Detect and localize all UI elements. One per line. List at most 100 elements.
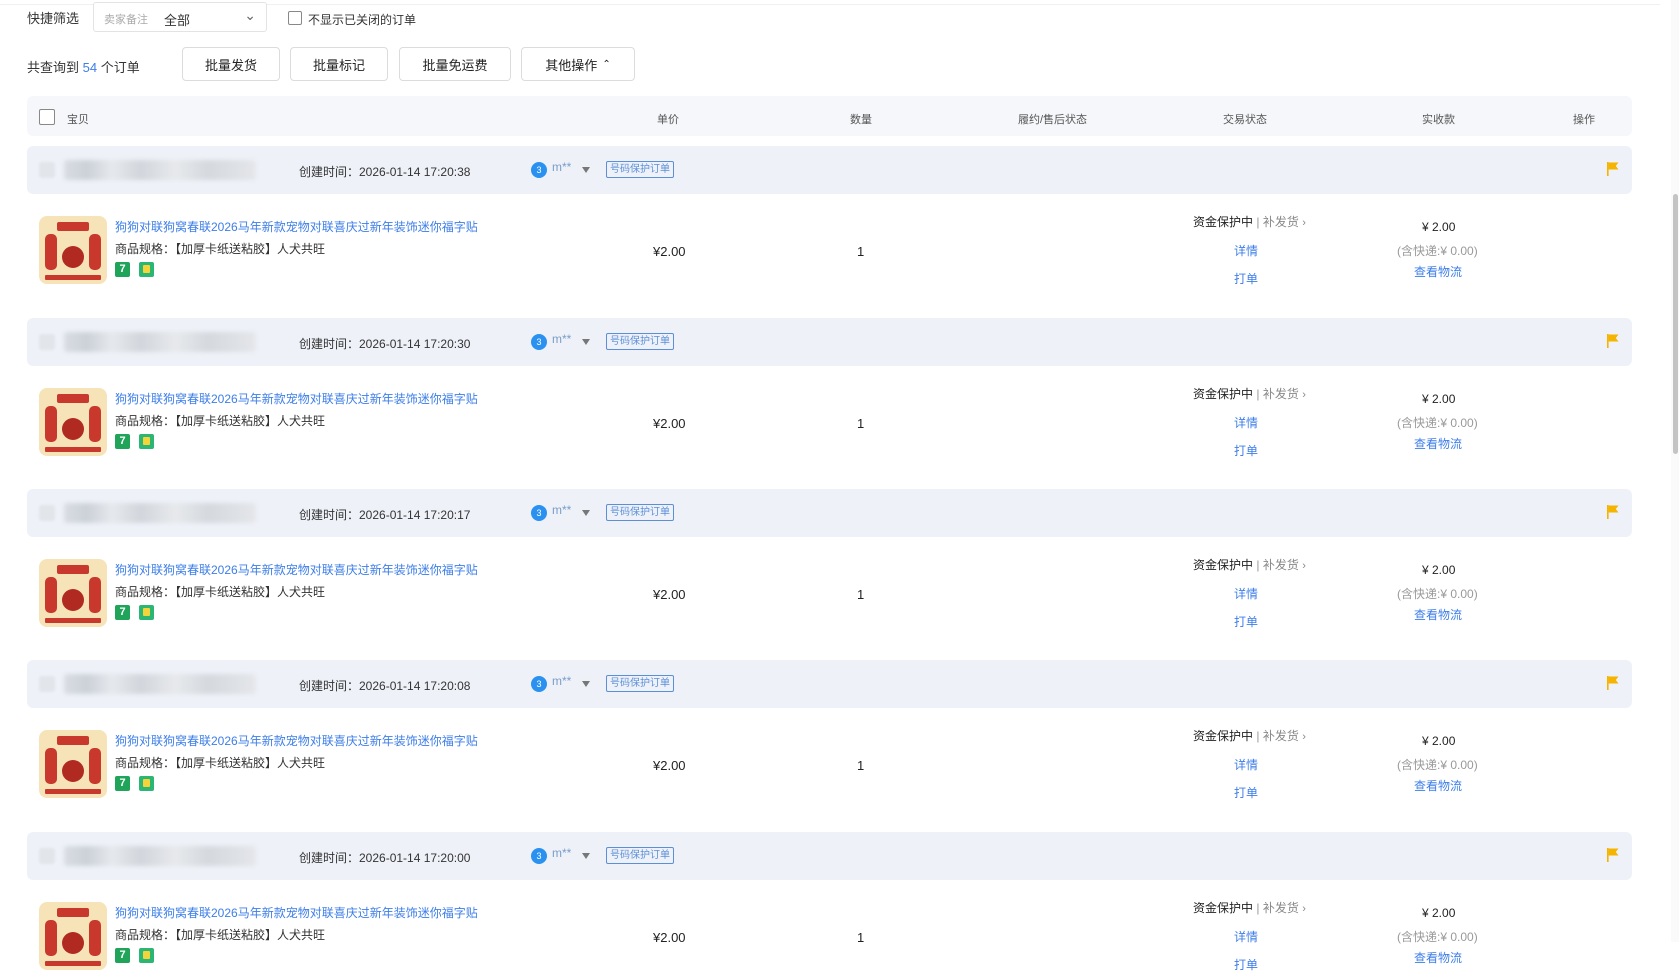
product-title-link[interactable]: 狗狗对联狗窝春联2026马年新款宠物对联喜庆过新年装饰迷你福字贴 (115, 732, 478, 749)
order-details-link[interactable]: 详情 (1234, 928, 1258, 945)
product-title-link[interactable]: 狗狗对联狗窝春联2026马年新款宠物对联喜庆过新年装饰迷你福字贴 (115, 218, 478, 235)
view-logistics-link[interactable]: 查看物流 (1414, 435, 1462, 452)
product-thumbnail[interactable] (39, 216, 107, 284)
order-checkbox[interactable] (39, 162, 55, 178)
product-spec: 商品规格：【加厚卡纸送粘胶】人犬共旺 (115, 585, 326, 599)
product-thumbnail[interactable] (39, 559, 107, 627)
chevron-right-icon: › (1302, 903, 1306, 915)
product-thumbnail[interactable] (39, 902, 107, 970)
unit-price: ¥2.00 (653, 587, 686, 602)
filter-icon[interactable] (582, 681, 590, 687)
order-number-redacted (64, 674, 256, 694)
order-details-link[interactable]: 详情 (1234, 585, 1258, 602)
service-badge-icon (139, 948, 154, 963)
seller-remark-select[interactable]: 卖家备注 全部 ⌄ (93, 2, 267, 32)
order-details-link[interactable]: 详情 (1234, 756, 1258, 773)
buyer-nickname[interactable]: m** (552, 674, 571, 688)
hide-closed-checkbox[interactable] (288, 11, 302, 25)
filter-icon[interactable] (582, 167, 590, 173)
trade-status-main: 资金保护中 (1193, 901, 1254, 915)
reship-link[interactable]: 补发货 (1263, 901, 1299, 915)
chat-bubble-icon[interactable]: 3 (531, 162, 547, 178)
order-count-text: 共查询到 54 个订单 (27, 57, 140, 76)
buyer-nickname[interactable]: m** (552, 332, 571, 346)
flag-icon[interactable] (1607, 334, 1619, 348)
filter-icon[interactable] (582, 339, 590, 345)
column-quantity: 数量 (850, 114, 872, 126)
received-amount: ¥ 2.00 (1422, 392, 1456, 406)
order-checkbox[interactable] (39, 848, 55, 864)
order-header (27, 660, 1632, 708)
column-trade-status: 交易状态 (1223, 114, 1267, 126)
shipping-fee: (含快递:¥ 0.00) (1397, 930, 1478, 944)
print-order-link[interactable]: 打单 (1234, 270, 1258, 287)
chat-bubble-icon[interactable]: 3 (531, 848, 547, 864)
status-separator: | (1256, 387, 1260, 401)
seven-day-return-icon: 7 (115, 776, 130, 791)
view-logistics-link[interactable]: 查看物流 (1414, 777, 1462, 794)
print-order-link[interactable]: 打单 (1234, 784, 1258, 801)
scrollbar-thumb[interactable] (1673, 194, 1678, 454)
product-title-link[interactable]: 狗狗对联狗窝春联2026马年新款宠物对联喜庆过新年装饰迷你福字贴 (115, 390, 478, 407)
order-count-suffix: 个订单 (100, 60, 140, 75)
product-title-link[interactable]: 狗狗对联狗窝春联2026马年新款宠物对联喜庆过新年装饰迷你福字贴 (115, 561, 478, 578)
seven-day-return-icon: 7 (115, 605, 130, 620)
column-received: 实收款 (1422, 114, 1455, 126)
view-logistics-link[interactable]: 查看物流 (1414, 263, 1462, 280)
product-thumbnail[interactable] (39, 730, 107, 798)
buyer-nickname[interactable]: m** (552, 503, 571, 517)
order-checkbox[interactable] (39, 334, 55, 350)
print-order-link[interactable]: 打单 (1234, 613, 1258, 630)
product-spec: 商品规格：【加厚卡纸送粘胶】人犬共旺 (115, 242, 326, 256)
order-header (27, 832, 1632, 880)
flag-icon[interactable] (1607, 505, 1619, 519)
flag-icon[interactable] (1607, 676, 1619, 690)
received-amount: ¥ 2.00 (1422, 906, 1456, 920)
buyer-nickname[interactable]: m** (552, 846, 571, 860)
trade-status: 资金保护中 | 补发货 › (1193, 213, 1306, 230)
order-details-link[interactable]: 详情 (1234, 414, 1258, 431)
batch-free-shipping-button[interactable]: 批量免运费 (399, 47, 511, 81)
batch-ship-button[interactable]: 批量发货 (182, 47, 280, 81)
print-order-link[interactable]: 打单 (1234, 956, 1258, 973)
seven-day-return-icon: 7 (115, 948, 130, 963)
chat-bubble-icon[interactable]: 3 (531, 334, 547, 350)
filter-icon[interactable] (582, 510, 590, 516)
reship-link[interactable]: 补发货 (1263, 215, 1299, 229)
more-operations-button[interactable]: 其他操作 ⌃ (521, 47, 635, 81)
product-thumbnail[interactable] (39, 388, 107, 456)
product-spec: 商品规格：【加厚卡纸送粘胶】人犬共旺 (115, 756, 326, 770)
created-time: 创建时间：2026-01-14 17:20:08 (299, 679, 471, 693)
quantity: 1 (857, 930, 865, 945)
flag-icon[interactable] (1607, 162, 1619, 176)
chat-bubble-icon[interactable]: 3 (531, 676, 547, 692)
trade-status-main: 资金保护中 (1193, 729, 1254, 743)
order-checkbox[interactable] (39, 676, 55, 692)
batch-mark-button[interactable]: 批量标记 (290, 47, 388, 81)
view-logistics-link[interactable]: 查看物流 (1414, 606, 1462, 623)
reship-link[interactable]: 补发货 (1263, 387, 1299, 401)
view-logistics-link[interactable]: 查看物流 (1414, 949, 1462, 966)
buyer-nickname[interactable]: m** (552, 160, 571, 174)
number-protect-tag: 号码保护订单 (606, 675, 674, 692)
trade-status-main: 资金保护中 (1193, 558, 1254, 572)
reship-link[interactable]: 补发货 (1263, 558, 1299, 572)
product-title-link[interactable]: 狗狗对联狗窝春联2026马年新款宠物对联喜庆过新年装饰迷你福字贴 (115, 904, 478, 921)
reship-link[interactable]: 补发货 (1263, 729, 1299, 743)
scrollbar-track[interactable] (1671, 0, 1679, 942)
created-time: 创建时间：2026-01-14 17:20:38 (299, 165, 471, 179)
order-number-redacted (64, 332, 256, 352)
flag-icon[interactable] (1607, 848, 1619, 862)
seller-remark-value: 全部 (164, 13, 191, 28)
order-details-link[interactable]: 详情 (1234, 242, 1258, 259)
order-checkbox[interactable] (39, 505, 55, 521)
quantity: 1 (857, 758, 865, 773)
quick-filter-label: 快捷筛选 (27, 11, 80, 26)
select-all-checkbox[interactable] (39, 109, 55, 125)
service-badge-icon (139, 605, 154, 620)
print-order-link[interactable]: 打单 (1234, 442, 1258, 459)
shipping-fee: (含快递:¥ 0.00) (1397, 244, 1478, 258)
unit-price: ¥2.00 (653, 758, 686, 773)
chat-bubble-icon[interactable]: 3 (531, 505, 547, 521)
filter-icon[interactable] (582, 853, 590, 859)
